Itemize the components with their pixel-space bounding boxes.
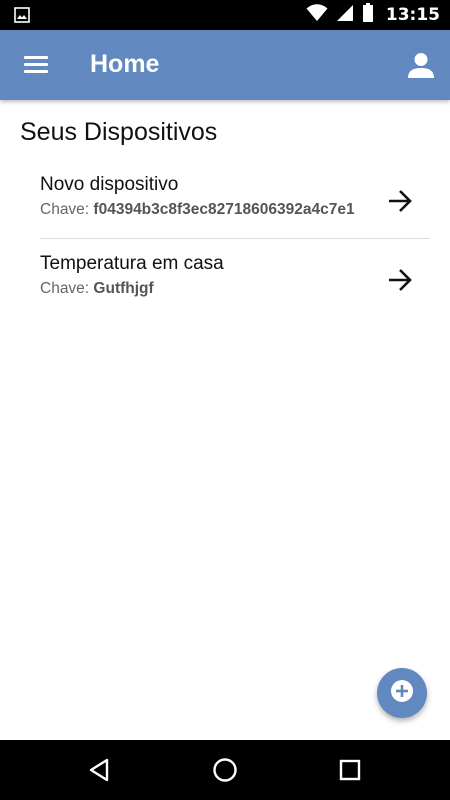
back-icon[interactable] (85, 755, 115, 785)
recents-icon[interactable] (335, 755, 365, 785)
arrow-forward-icon[interactable] (386, 187, 414, 215)
device-key: Chave: Gutfhjgf (40, 280, 380, 298)
status-bar: 13:15 (0, 0, 450, 30)
device-key: Chave: f04394b3c8f3ec82718606392a4c7e1 (40, 201, 380, 219)
page-title: Home (90, 50, 160, 78)
device-item[interactable]: Novo dispositivo Chave: f04394b3c8f3ec82… (40, 164, 430, 239)
app-bar: Home (0, 30, 450, 100)
menu-icon[interactable] (24, 52, 56, 78)
device-name: Temperatura em casa (40, 253, 224, 274)
device-key-value: f04394b3c8f3ec82718606392a4c7e1 (93, 201, 355, 218)
add-circle-icon (390, 679, 414, 708)
battery-icon (362, 2, 374, 28)
image-notification-icon (14, 7, 30, 28)
add-device-button[interactable] (377, 668, 427, 718)
account-icon[interactable] (406, 50, 436, 80)
signal-icon (336, 4, 354, 27)
home-icon[interactable] (210, 755, 240, 785)
wifi-icon (306, 3, 328, 27)
device-item[interactable]: Temperatura em casa Chave: Gutfhjgf (40, 239, 430, 314)
device-name: Novo dispositivo (40, 174, 179, 195)
device-list: Novo dispositivo Chave: f04394b3c8f3ec82… (40, 164, 430, 314)
navigation-bar (0, 740, 450, 800)
section-title: Seus Dispositivos (20, 118, 218, 146)
device-key-label: Chave: (40, 201, 94, 218)
device-key-label: Chave: (40, 280, 94, 297)
arrow-forward-icon[interactable] (386, 266, 414, 294)
device-key-value: Gutfhjgf (93, 280, 154, 297)
status-time: 13:15 (385, 5, 440, 25)
